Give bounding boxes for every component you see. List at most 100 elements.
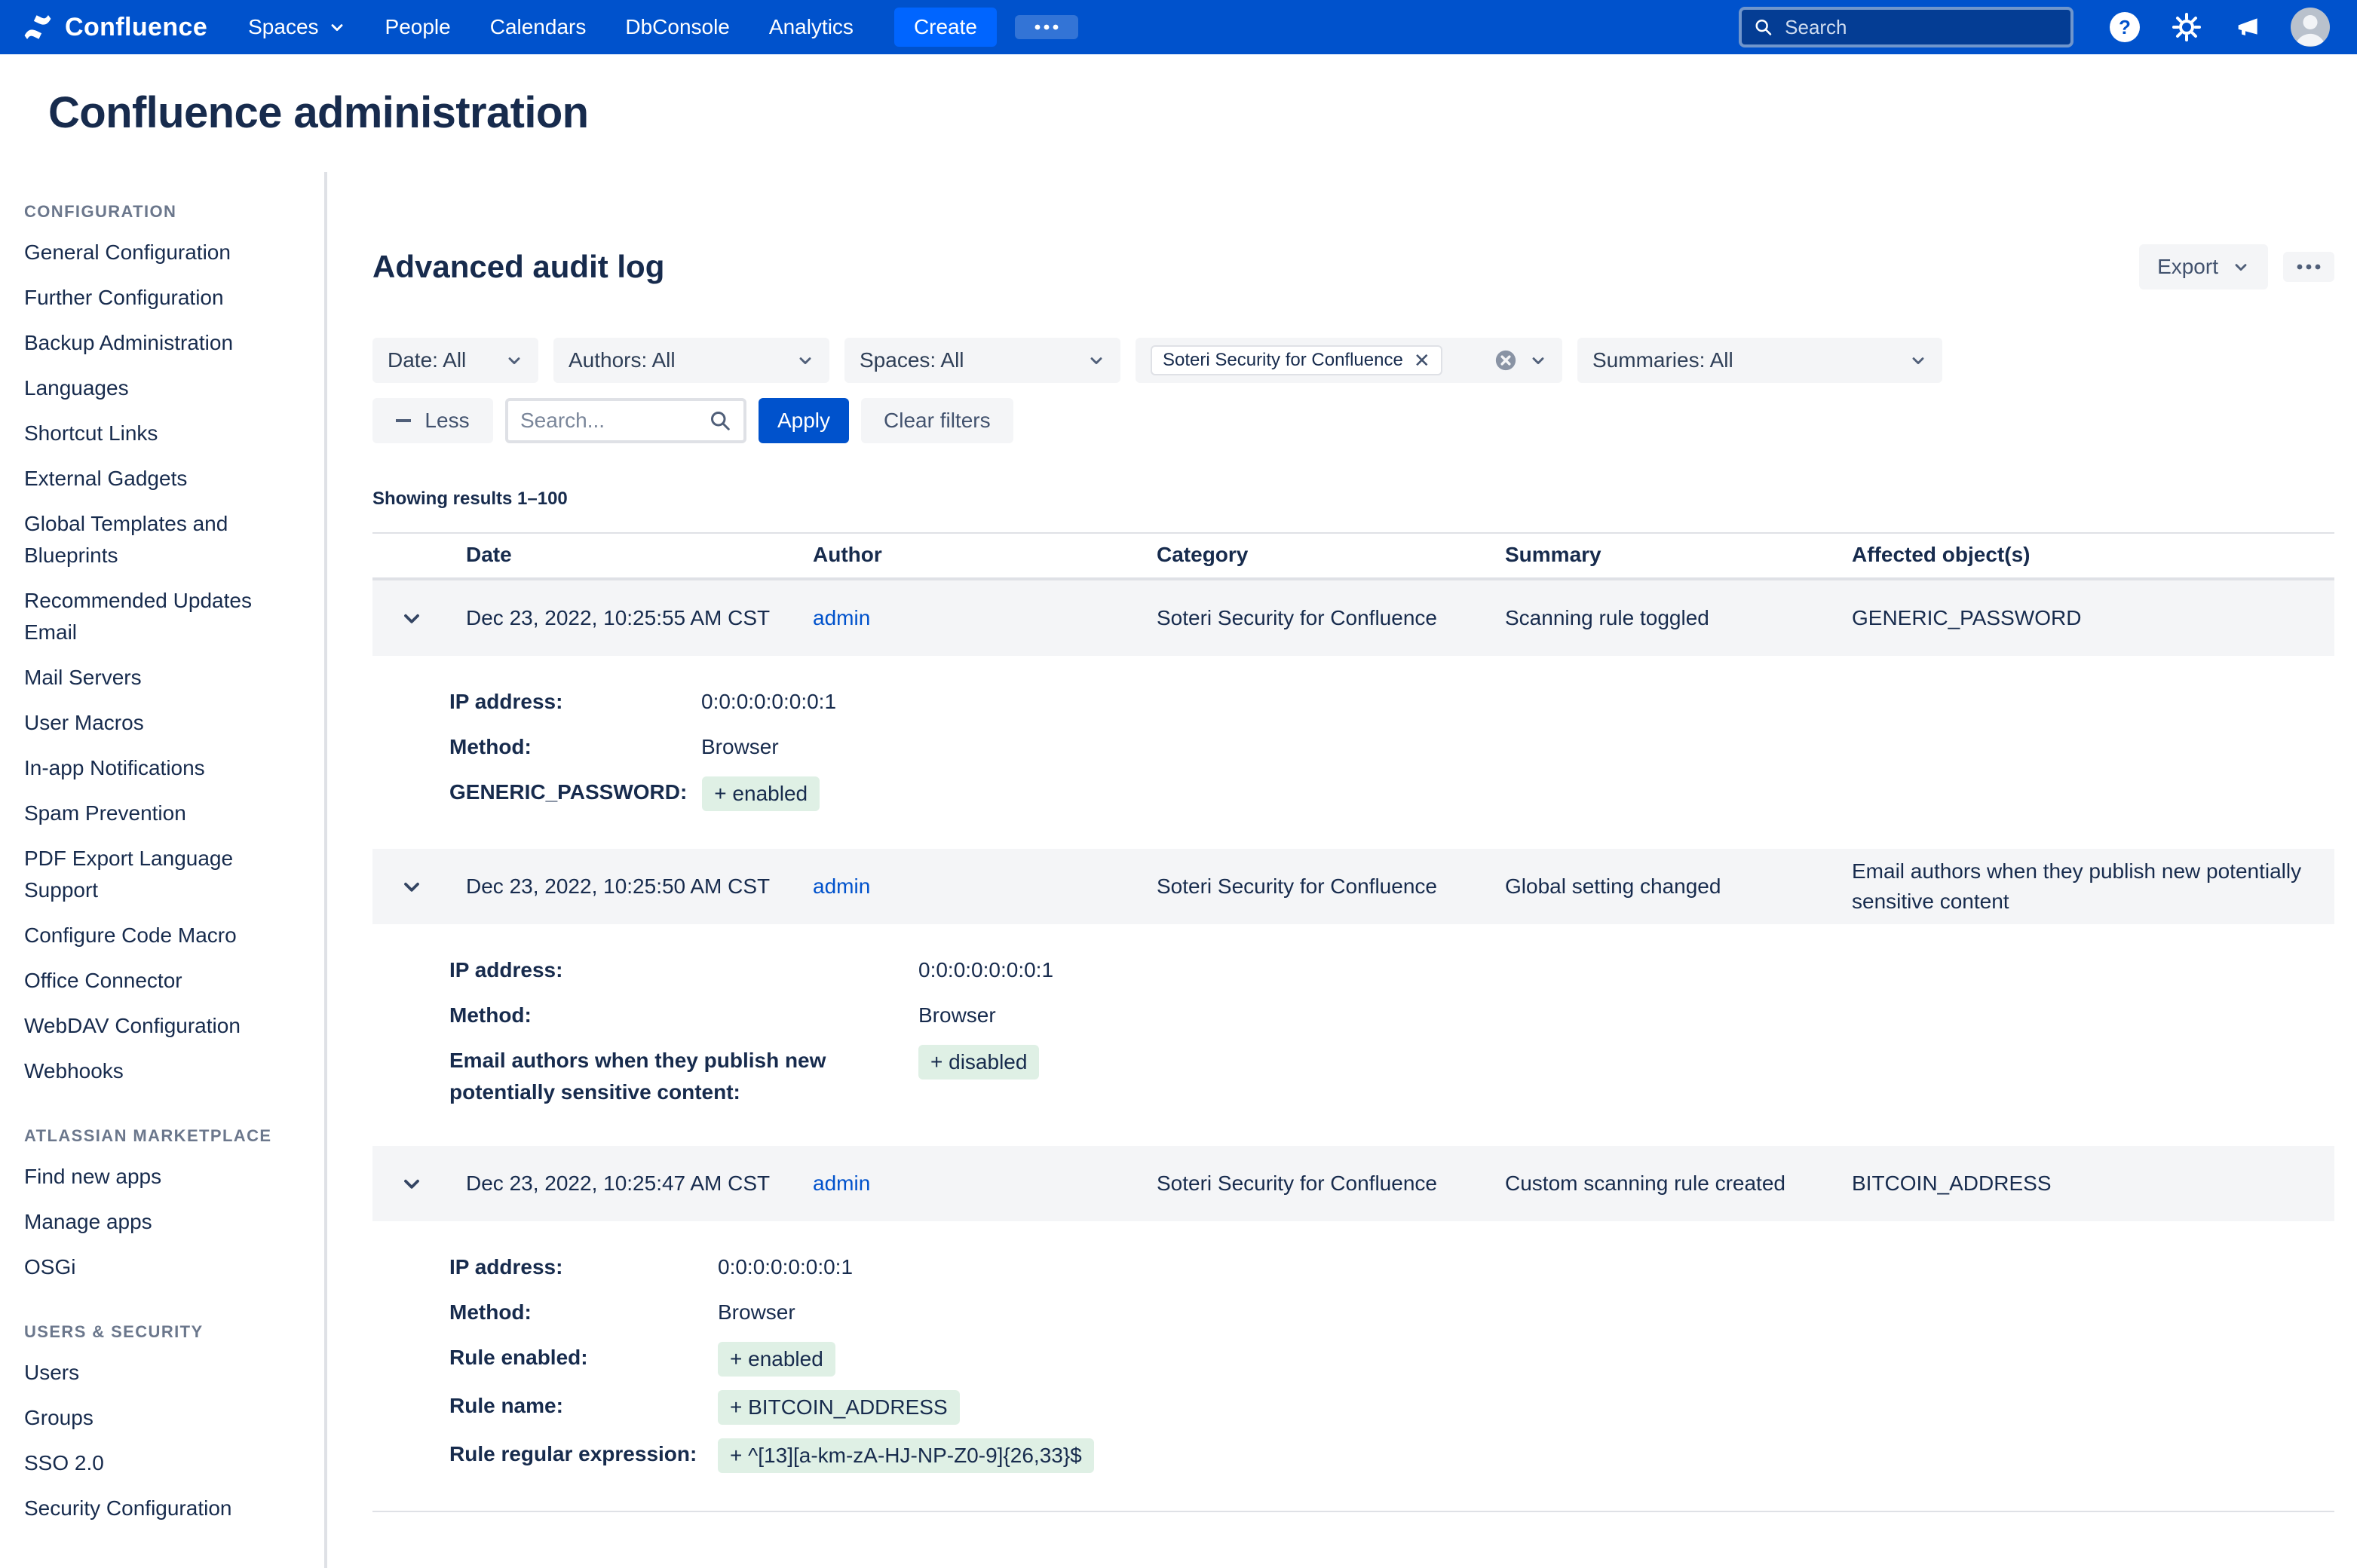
detail-row: Email authors when they publish new pote… (449, 1045, 2334, 1108)
sidebar-item[interactable]: Recommended Updates Email (24, 585, 300, 648)
sidebar-item[interactable]: Mail Servers (24, 662, 300, 694)
detail-label: Rule enabled: (449, 1342, 718, 1374)
filter-search[interactable] (505, 398, 746, 443)
audit-row: Dec 23, 2022, 10:25:50 AM CST admin Sote… (372, 849, 2334, 1146)
detail-label: Method: (449, 1297, 718, 1328)
row-expand-button[interactable] (391, 597, 433, 639)
sidebar-item[interactable]: SSO 2.0 (24, 1447, 300, 1479)
detail-label: Rule name: (449, 1390, 718, 1422)
sidebar-item[interactable]: Webhooks (24, 1055, 300, 1087)
sidebar-item[interactable]: Manage apps (24, 1206, 300, 1238)
column-header-author: Author (813, 543, 1157, 567)
row-author-link[interactable]: admin (813, 874, 870, 898)
avatar (2291, 8, 2330, 47)
sidebar-item[interactable]: Global Templates and Blueprints (24, 508, 300, 571)
detail-label: Method: (449, 731, 701, 763)
audit-row: Dec 23, 2022, 10:25:55 AM CST admin Sote… (372, 580, 2334, 849)
detail-row: Method: Browser (449, 731, 2334, 763)
nav-item-calendars[interactable]: Calendars (470, 0, 606, 54)
sidebar-item[interactable]: Office Connector (24, 965, 300, 997)
sidebar-item[interactable]: Spam Prevention (24, 798, 300, 829)
audit-summary-row: Dec 23, 2022, 10:25:55 AM CST admin Sote… (372, 580, 2334, 656)
nav-item-dbconsole[interactable]: DbConsole (605, 0, 749, 54)
export-button[interactable]: Export (2139, 244, 2268, 289)
nav-item-people[interactable]: People (366, 0, 470, 54)
sidebar-item[interactable]: External Gadgets (24, 463, 300, 495)
chevron-down-icon (400, 874, 424, 899)
detail-row: Rule name: + BITCOIN_ADDRESS (449, 1390, 2334, 1425)
detail-value: + disabled (918, 1045, 1039, 1080)
detail-row: IP address: 0:0:0:0:0:0:0:1 (449, 954, 2334, 986)
row-category: Soteri Security for Confluence (1157, 603, 1505, 633)
sidebar-item[interactable]: Shortcut Links (24, 418, 300, 449)
sidebar-item[interactable]: Backup Administration (24, 327, 300, 359)
sidebar-item[interactable]: Find new apps (24, 1161, 300, 1193)
brand-name: Confluence (65, 13, 207, 42)
sidebar-item[interactable]: General Configuration (24, 237, 300, 268)
detail-label: Email authors when they publish new pote… (449, 1045, 918, 1108)
row-author-link[interactable]: admin (813, 1171, 870, 1195)
create-button[interactable]: Create (894, 8, 997, 47)
detail-row: Method: Browser (449, 1297, 2334, 1328)
sidebar-item[interactable]: User Macros (24, 707, 300, 739)
nav-item-spaces[interactable]: Spaces (228, 0, 365, 54)
sidebar-item[interactable]: PDF Export Language Support (24, 843, 300, 906)
category-chip-label: Soteri Security for Confluence (1163, 350, 1403, 371)
filter-summaries[interactable]: Summaries: All (1577, 338, 1942, 383)
filter-spaces[interactable]: Spaces: All (844, 338, 1120, 383)
filter-categories[interactable]: Soteri Security for Confluence ✕ (1136, 338, 1562, 383)
top-navbar: Confluence Spaces People Calendars DbCon… (0, 0, 2357, 54)
row-affected: Email authors when they publish new pote… (1852, 856, 2334, 917)
detail-row: Rule regular expression: + ^[13][a-km-zA… (449, 1438, 2334, 1473)
sidebar-item[interactable]: Groups (24, 1402, 300, 1434)
category-selected-chip[interactable]: Soteri Security for Confluence ✕ (1151, 345, 1442, 375)
announcements-button[interactable] (2226, 5, 2271, 50)
sidebar-item[interactable]: Users (24, 1357, 300, 1389)
filter-search-input[interactable] (520, 409, 709, 433)
row-summary: Scanning rule toggled (1505, 603, 1852, 633)
profile-button[interactable] (2288, 5, 2333, 50)
main-content: Advanced audit log Export Date: All Auth… (327, 172, 2357, 1568)
nav-item-analytics[interactable]: Analytics (749, 0, 873, 54)
navbar-search-input[interactable] (1785, 16, 2058, 39)
sidebar-item[interactable]: Security Configuration (24, 1493, 300, 1524)
row-affected: GENERIC_PASSWORD (1852, 603, 2334, 633)
sidebar-section: USERS & SECURITY Users Groups SSO 2.0 Se… (24, 1322, 300, 1524)
search-icon (1754, 17, 1773, 38)
audit-log-title: Advanced audit log (372, 247, 664, 286)
confluence-home-link[interactable]: Confluence (21, 11, 207, 44)
sidebar-item[interactable]: In-app Notifications (24, 752, 300, 784)
sidebar-section-title: CONFIGURATION (24, 202, 300, 222)
navbar-more-button[interactable] (1015, 15, 1078, 39)
filter-date[interactable]: Date: All (372, 338, 538, 383)
column-header-summary: Summary (1505, 543, 1852, 567)
row-summary: Global setting changed (1505, 871, 1852, 902)
detail-value: Browser (718, 1297, 795, 1328)
row-expand-button[interactable] (391, 1162, 433, 1205)
sidebar-item[interactable]: Configure Code Macro (24, 920, 300, 951)
sidebar-section-title: ATLASSIAN MARKETPLACE (24, 1126, 300, 1146)
help-button[interactable]: ? (2102, 5, 2147, 50)
sidebar-item[interactable]: WebDAV Configuration (24, 1010, 300, 1042)
apply-button[interactable]: Apply (759, 398, 849, 443)
row-author-link[interactable]: admin (813, 606, 870, 629)
clear-filters-button[interactable]: Clear filters (861, 398, 1013, 443)
less-filters-button[interactable]: Less (372, 398, 493, 443)
sidebar-item[interactable]: Further Configuration (24, 282, 300, 314)
detail-label: GENERIC_PASSWORD: (449, 776, 702, 808)
navbar-search[interactable] (1739, 7, 2073, 47)
detail-value: 0:0:0:0:0:0:0:1 (701, 686, 836, 718)
sidebar-item[interactable]: Languages (24, 372, 300, 404)
settings-button[interactable] (2164, 5, 2209, 50)
row-expand-button[interactable] (391, 865, 433, 908)
clear-select-icon[interactable] (1494, 349, 1517, 372)
sidebar-item[interactable]: OSGi (24, 1251, 300, 1283)
audit-more-button[interactable] (2283, 252, 2334, 282)
detail-value: 0:0:0:0:0:0:0:1 (718, 1251, 853, 1283)
chevron-down-icon (400, 606, 424, 630)
chip-remove-icon[interactable]: ✕ (1414, 351, 1430, 370)
detail-label: Rule regular expression: (449, 1438, 718, 1470)
user-icon (2291, 8, 2330, 47)
audit-log-table: Date Author Category Summary Affected ob… (372, 532, 2334, 1512)
filter-authors[interactable]: Authors: All (553, 338, 829, 383)
